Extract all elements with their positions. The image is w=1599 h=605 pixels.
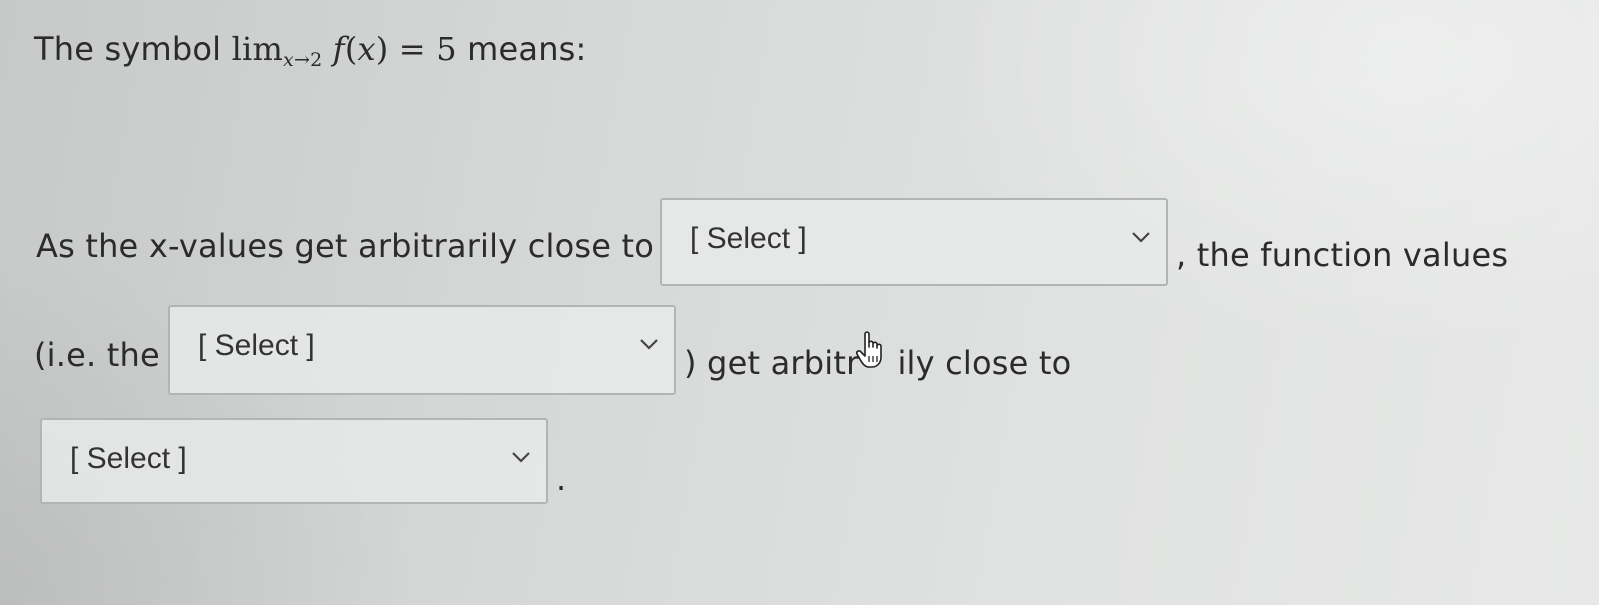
lim-text: lim xyxy=(231,30,284,68)
question-text: The symbol limx→2 f(x) = 5 means: xyxy=(34,30,587,71)
paren-open: ( xyxy=(344,30,358,68)
limit-expression: limx→2 f(x) = 5 xyxy=(231,30,457,71)
chevron-down-icon xyxy=(640,339,658,350)
question-prefix: The symbol xyxy=(34,30,232,68)
sentence-part4-a: ) get arbitr xyxy=(684,344,860,382)
sentence-part4-b: ily close to xyxy=(897,344,1072,382)
func-arg: x xyxy=(357,30,376,68)
hand-pointer-cursor-icon xyxy=(856,331,882,368)
select-value: [ Select ] xyxy=(70,442,187,475)
sub-num: 2 xyxy=(310,49,323,71)
sentence-part2: , the function values xyxy=(1176,236,1509,274)
limit-subscript: x→2 xyxy=(283,49,322,71)
equals-value: = 5 xyxy=(388,30,457,68)
select-value: [ Select ] xyxy=(198,329,315,362)
paren-close: ) xyxy=(375,30,389,68)
select-value: [ Select ] xyxy=(690,222,807,255)
chevron-down-icon xyxy=(512,452,530,463)
background-shade xyxy=(0,0,1599,605)
sub-var: x xyxy=(283,49,294,71)
sub-arrow: → xyxy=(293,49,311,71)
sentence-part1: As the x-values get arbitrarily close to xyxy=(36,227,655,265)
sentence-period: . xyxy=(556,460,567,498)
x-value-select[interactable]: [ Select ] xyxy=(660,198,1168,286)
chevron-down-icon xyxy=(1132,232,1150,243)
function-term-select[interactable]: [ Select ] xyxy=(168,305,676,395)
limit-value-select[interactable]: [ Select ] xyxy=(40,418,548,504)
func-name: f xyxy=(332,30,345,68)
sentence-part3: (i.e. the xyxy=(34,336,160,374)
question-suffix: means: xyxy=(456,30,587,68)
